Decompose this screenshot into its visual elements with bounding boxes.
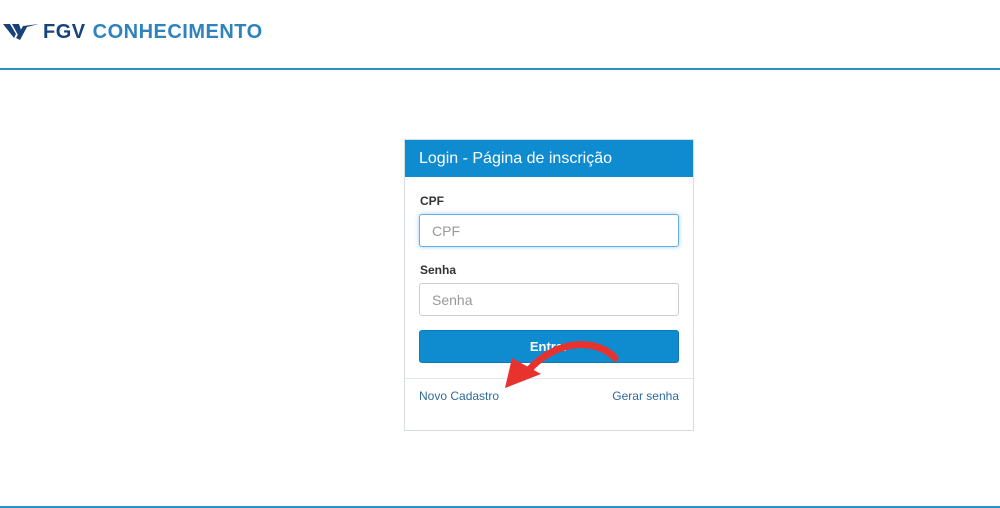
site-header: FGV CONHECIMENTO (0, 0, 1000, 70)
cpf-input[interactable] (419, 214, 679, 247)
panel-divider (405, 378, 693, 379)
login-panel-heading: Login - Página de inscrição (405, 140, 693, 177)
fgv-logo[interactable]: FGV CONHECIMENTO (3, 20, 263, 44)
senha-input[interactable] (419, 283, 679, 316)
brand-name-conhecimento: CONHECIMENTO (92, 20, 263, 43)
brand-name-fgv: FGV (43, 20, 86, 43)
cpf-label: CPF (420, 194, 444, 208)
senha-label: Senha (420, 263, 457, 277)
gerar-senha-link[interactable]: Gerar senha (612, 389, 679, 403)
novo-cadastro-link[interactable]: Novo Cadastro (419, 389, 499, 403)
login-panel: Login - Página de inscrição CPF Senha En… (404, 139, 694, 431)
enter-button[interactable]: Entrar (419, 330, 679, 363)
page: FGV CONHECIMENTO Login - Página de inscr… (0, 0, 1000, 508)
fgv-chevron-logo-icon (3, 24, 39, 40)
